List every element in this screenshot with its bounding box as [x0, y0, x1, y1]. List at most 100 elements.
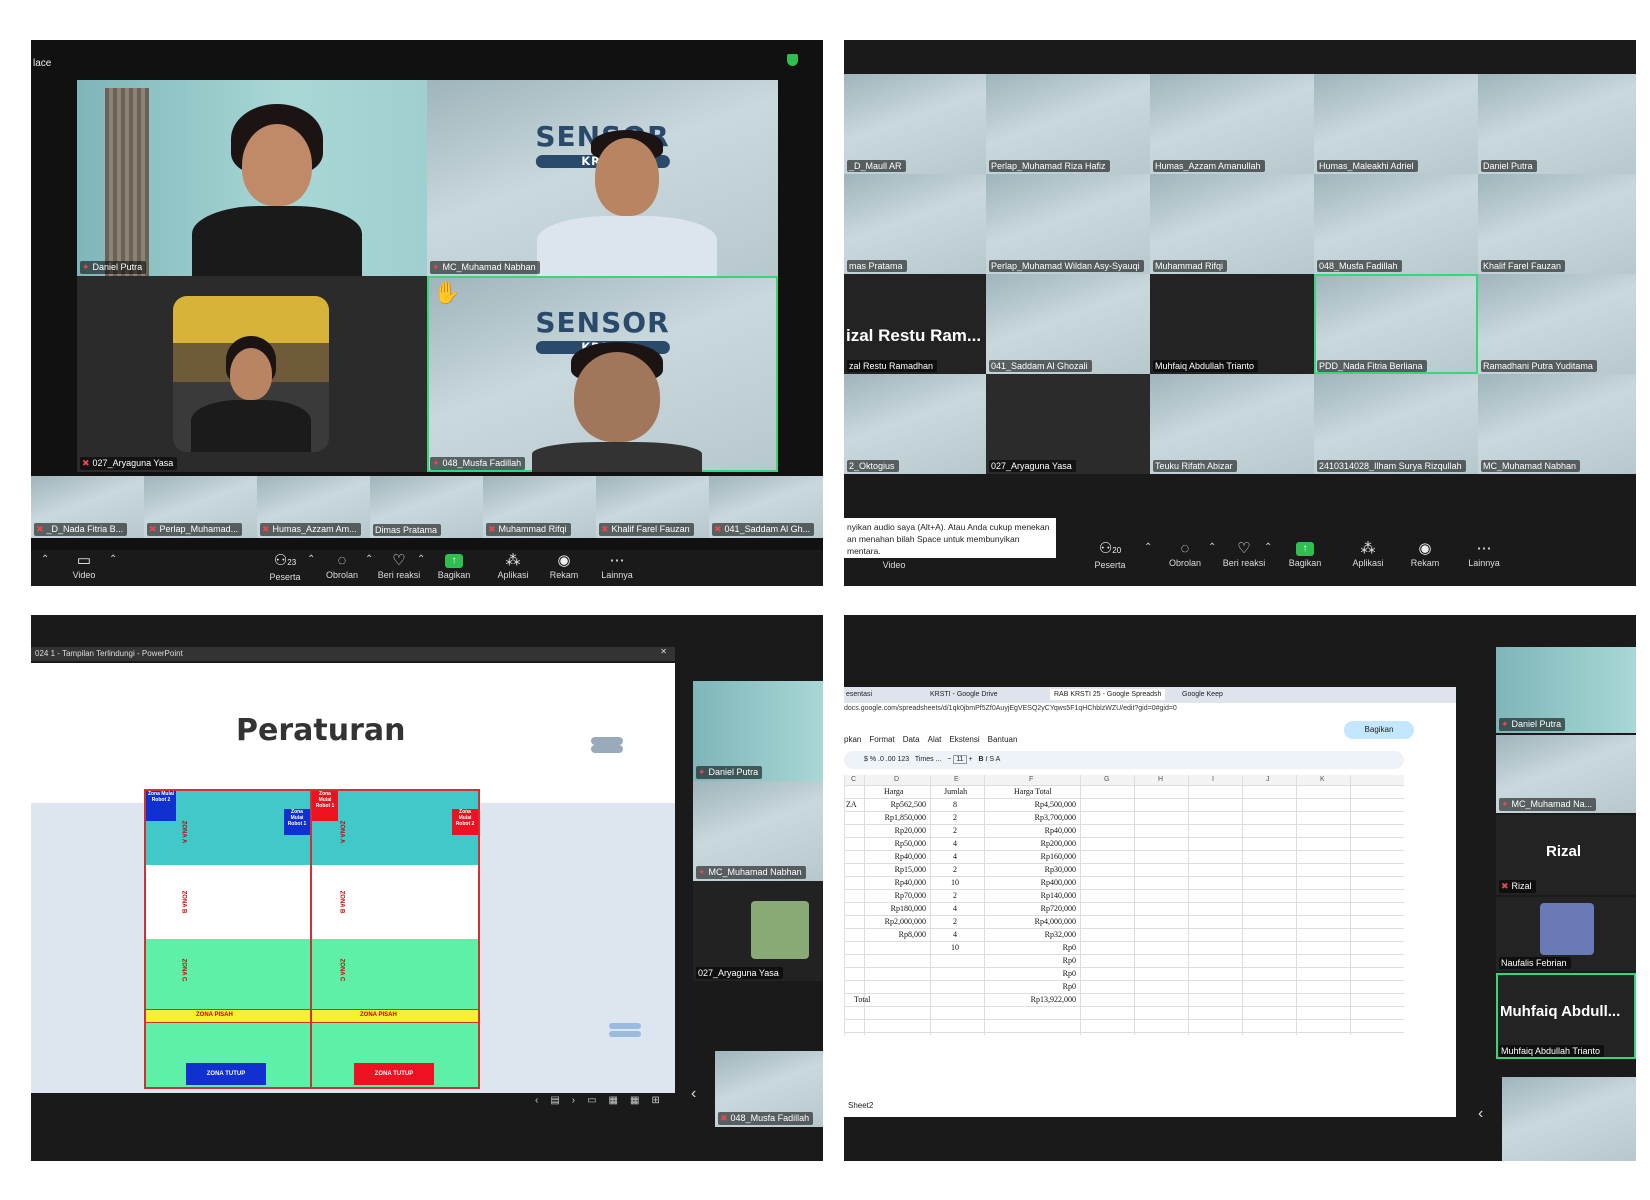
gallery-tile[interactable]: Ramadhani Putra Yuditama: [1478, 274, 1636, 374]
font-select[interactable]: Times ...: [915, 756, 942, 763]
gallery-tile[interactable]: PDD_Nada Fitria Berliana: [1314, 274, 1478, 374]
tab-active[interactable]: RAB KRSTI 25 - Google Spreadsh: [1050, 689, 1166, 700]
gallery-tile[interactable]: 041_Saddam Al Ghozali: [986, 274, 1150, 374]
share-button[interactable]: ↑ Bagikan: [1277, 540, 1333, 568]
video-tile-daniel[interactable]: ✦ Daniel Putra: [77, 80, 427, 276]
tab[interactable]: KRSTI - Google Drive: [930, 691, 998, 698]
gallery-tile[interactable]: 2410314028_Ilham Surya Rizqullah: [1314, 374, 1478, 474]
gallery-tile[interactable]: Perlap_Muhamad Riza Hafiz: [986, 74, 1150, 174]
grid-line: [1296, 775, 1297, 1035]
share-button[interactable]: ↑ Bagikan: [426, 552, 482, 580]
gallery-tile[interactable]: 048_Musfa Fadillah: [1314, 174, 1478, 274]
gallery-tile[interactable]: Teuku Rifath Abizar: [1150, 374, 1314, 474]
grid-line: [844, 824, 1404, 825]
side-tile[interactable]: Rizal ✖ Rizal: [1496, 815, 1636, 895]
participants-button[interactable]: ⚇23 Peserta: [257, 552, 313, 582]
video-tile-aryaguna[interactable]: ✖ 027_Aryaguna Yasa: [77, 276, 427, 472]
grid-line: [844, 928, 1404, 929]
side-tile[interactable]: ✦ MC_Muhamad Nabhan: [693, 781, 823, 881]
more-icon: ⋯: [1476, 540, 1492, 557]
participant-name: 2_Oktogius: [847, 460, 899, 472]
side-tile[interactable]: ✖ 048_Musfa Fadillah: [715, 1051, 823, 1127]
video-button[interactable]: ▭ Video: [56, 552, 112, 580]
video-tile-musfa[interactable]: ✋ SENSORKRSTI ✦048_Musfa Fadillah: [427, 276, 778, 472]
chevron-up-icon[interactable]: ⌃: [109, 554, 117, 565]
chevron-up-icon[interactable]: ⌃: [1144, 542, 1152, 553]
participants-button[interactable]: ⚇20 Peserta: [1082, 540, 1138, 570]
chevron-up-icon[interactable]: ⌃: [41, 554, 49, 565]
strip-tile[interactable]: ✖ Perlap_Muhamad...: [144, 476, 257, 538]
chevron-up-icon[interactable]: ⌃: [417, 554, 425, 565]
gallery-tile[interactable]: Perlap_Muhamad Wildan Asy-Syauqi: [986, 174, 1150, 274]
chevron-left-icon[interactable]: ‹: [1478, 1105, 1483, 1123]
column-header: C: [851, 776, 857, 783]
chat-button[interactable]: ◌ Obrolan: [1157, 540, 1213, 568]
zone-b-label: ZONA B: [180, 890, 187, 914]
participant-name: Muhammad Rifqi: [1153, 260, 1228, 272]
tab[interactable]: Google Keep: [1182, 691, 1223, 698]
strip-tile[interactable]: ✖ Humas_Azzam Am...: [257, 476, 370, 538]
chat-button[interactable]: ◌ Obrolan: [314, 552, 370, 580]
table-row: Rp0: [1062, 943, 1076, 952]
strip-tile[interactable]: Dimas Pratama: [370, 476, 483, 538]
slideshow-controls[interactable]: ‹▤›▭▦▦⊞: [535, 1095, 672, 1106]
table-row: Rp0: [1062, 969, 1076, 978]
grid-line: [844, 980, 1404, 981]
side-tile[interactable]: ✦ MC_Muhamad Na...: [1496, 735, 1636, 813]
zone-pisah-label: ZONA PISAH: [360, 1012, 397, 1018]
gallery-tile[interactable]: Humas_Azzam Amanullah: [1150, 74, 1314, 174]
record-button[interactable]: ◉ Rekam: [1397, 540, 1453, 568]
gallery-tile[interactable]: 027_Aryaguna Yasa: [986, 374, 1150, 474]
side-tile[interactable]: 027_Aryaguna Yasa: [693, 881, 823, 981]
gallery-tile[interactable]: Humas_Maleakhi Adriel: [1314, 74, 1478, 174]
gallery-tile[interactable]: zal Restu Ramadhan: [844, 274, 986, 374]
table-row: Rp562,500: [890, 800, 926, 809]
gallery-tile[interactable]: Muhfaiq Abdullah Trianto: [1150, 274, 1314, 374]
table-row: Rp200,000: [1040, 839, 1076, 848]
share-button[interactable]: Bagikan: [1344, 721, 1414, 739]
table-row: Rp50,000: [894, 839, 926, 848]
side-tile[interactable]: ✦ Daniel Putra: [693, 681, 823, 781]
chevron-up-icon[interactable]: ⌃: [1264, 542, 1272, 553]
video-button[interactable]: Video: [866, 560, 922, 570]
gallery-tile[interactable]: Muhammad Rifqi: [1150, 174, 1314, 274]
zoom-share-panel-3: 024 1 - Tampilan Terlindungi - PowerPoin…: [31, 615, 823, 1161]
side-tile[interactable]: [1502, 1077, 1636, 1161]
grid-line: [1080, 775, 1081, 1035]
strip-tile[interactable]: ✖ _D_Nada Fitria B...: [31, 476, 144, 538]
tab[interactable]: esentasi: [846, 691, 872, 698]
apps-button[interactable]: ⁂ Aplikasi: [1340, 540, 1396, 568]
more-button[interactable]: ⋯ Lainnya: [1456, 540, 1512, 568]
participant-name: ✦ 048_Musfa Fadillah: [430, 457, 526, 470]
side-tile[interactable]: Muhfaiq Abdull... Muhfaiq Abdullah Triant…: [1496, 973, 1636, 1059]
gallery-tile[interactable]: Khalif Farel Fauzan: [1478, 174, 1636, 274]
gallery-tile[interactable]: _D_Maull AR: [844, 74, 986, 174]
side-tile[interactable]: Naufalis Febrian: [1496, 897, 1636, 971]
chevron-left-icon[interactable]: ‹: [691, 1085, 696, 1103]
gallery-tile[interactable]: MC_Muhamad Nabhan: [1478, 374, 1636, 474]
zone-b-label: ZONA B: [338, 890, 345, 914]
strip-tile[interactable]: ✖ 041_Saddam Al Gh...: [709, 476, 823, 538]
close-icon[interactable]: ✕: [660, 647, 667, 656]
video-tile-mc[interactable]: SENSORKRSTI ✦MC_Muhamad Nabhan: [427, 80, 778, 276]
col-header: Harga: [884, 787, 904, 796]
pin-icon: ✦: [82, 262, 90, 272]
side-tile[interactable]: ✦ Daniel Putra: [1496, 647, 1636, 733]
start-zone: Zona Mulai Robot 2: [452, 809, 478, 835]
gallery-tile[interactable]: mas Pratama: [844, 174, 986, 274]
record-button[interactable]: ◉ Rekam: [536, 552, 592, 580]
apps-button[interactable]: ⁂ Aplikasi: [485, 552, 541, 580]
more-icon: ⋯: [609, 552, 625, 569]
grid-line: [844, 902, 1404, 903]
gallery-tile[interactable]: Daniel Putra: [1478, 74, 1636, 174]
strip-tile[interactable]: ✖ Khalif Farel Fauzan: [596, 476, 709, 538]
table-row: Rp180,000: [890, 904, 926, 913]
people-icon: ⚇20: [1098, 540, 1122, 557]
more-button[interactable]: ⋯ Lainnya: [589, 552, 645, 580]
strip-tile[interactable]: ✖ Muhammad Rifqi: [483, 476, 596, 538]
url-bar[interactable]: docs.google.com/spreadsheets/d/1qk0jbmPf…: [844, 705, 1264, 718]
gallery-tile[interactable]: 2_Oktogius: [844, 374, 986, 474]
meeting-toolbar: Video ⚇20 Peserta ⌃ ◌ Obrolan ⌃ ♡ Beri reak…: [844, 538, 1636, 586]
font-size[interactable]: 11: [953, 755, 967, 764]
sheet-tab[interactable]: Sheet2: [848, 1101, 873, 1110]
